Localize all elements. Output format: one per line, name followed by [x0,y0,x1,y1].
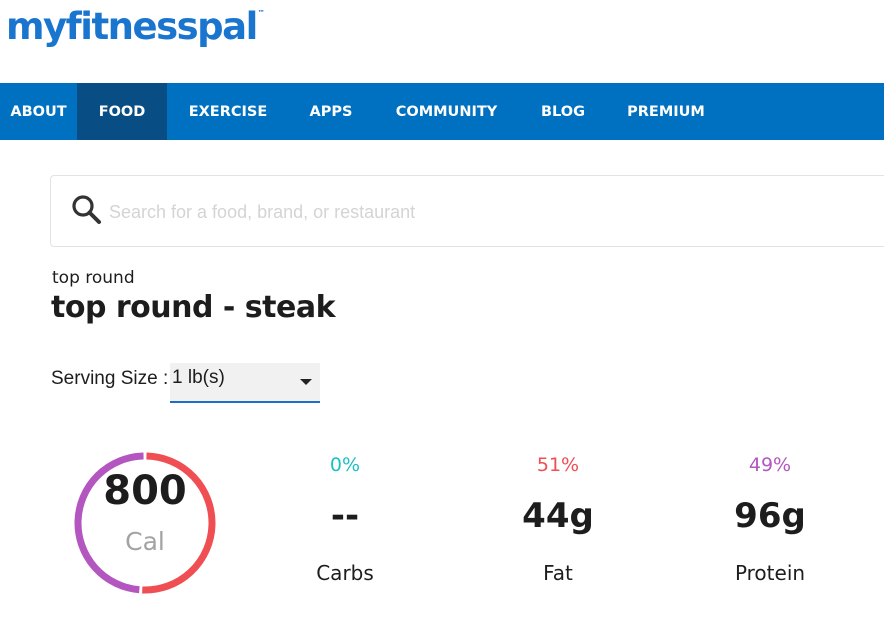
nav-food-label: FOOD [98,103,146,120]
carbs-label: Carbs [316,561,374,585]
nav-blog[interactable]: BLOG [520,83,606,140]
logo-text: myfitnesspal [6,5,258,48]
carbs-percent: 0% [329,454,361,476]
nav-exercise[interactable]: EXERCISE [167,83,289,140]
chevron-down-icon [300,379,312,385]
nav-about[interactable]: ABOUT [0,83,77,140]
nav-premium[interactable]: PREMIUM [606,83,726,140]
nav-about-label: ABOUT [10,103,67,120]
food-brand: top round [52,268,135,288]
fat-amount: 44g [522,496,594,536]
protein-label: Protein [734,561,806,585]
macro-fat: 51% 44g Fat [478,450,638,589]
nav-food[interactable]: FOOD [77,83,167,140]
calorie-unit: Cal [125,527,165,556]
search-icon[interactable] [69,192,105,228]
serving-size-value: 1 lb(s) [172,367,225,388]
macro-protein: 49% 96g Protein [690,450,850,589]
carbs-amount: -- [330,496,360,536]
nav-community[interactable]: COMMUNITY [373,83,520,140]
protein-amount: 96g [734,496,806,536]
macro-carbs: 0% -- Carbs [265,450,425,589]
food-search-box [50,175,884,247]
fat-label: Fat [543,561,573,585]
nav-apps-label: APPS [309,103,353,120]
search-input[interactable] [107,194,811,230]
protein-percent: 49% [748,454,792,476]
fat-percent: 51% [536,454,580,476]
myfitnesspal-logo[interactable]: myfitnesspal™ [6,5,265,48]
food-title: top round - steak [51,290,336,325]
trademark-symbol: ™ [257,9,265,17]
nav-exercise-label: EXERCISE [188,103,268,120]
nav-community-label: COMMUNITY [395,103,498,120]
nav-blog-label: BLOG [540,103,585,120]
main-navbar: ABOUT FOOD EXERCISE APPS COMMUNITY BLOG … [0,83,884,140]
nav-apps[interactable]: APPS [289,83,373,140]
serving-size-label: Serving Size : [51,368,169,389]
nav-premium-label: PREMIUM [627,103,705,120]
serving-size-select[interactable]: 1 lb(s) [170,363,320,403]
calorie-value: 800 [103,468,187,514]
